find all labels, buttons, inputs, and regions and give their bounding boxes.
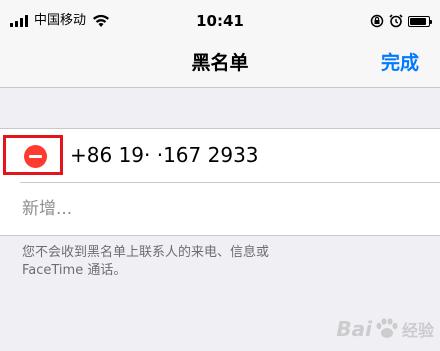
alarm-icon [389,14,403,28]
battery-icon [408,15,432,27]
footer-note: 您不会收到黑名单上联系人的来电、信息或 FaceTime 通话。 [22,244,422,280]
footer-note-line1: 您不会收到黑名单上联系人的来电、信息或 [22,245,270,260]
delete-icon[interactable] [24,145,47,168]
orientation-lock-icon [370,14,384,28]
add-new-label: 新增... [22,199,73,219]
navigation-bar: 黑名单 完成 [0,40,440,88]
done-button[interactable]: 完成 [381,52,419,74]
watermark-text-right: 经验 [401,321,434,340]
battery-fill [410,17,427,25]
watermark-text-left: Bai [336,317,372,341]
watermark: Bai 经验 [336,317,434,341]
footer-note-line2: FaceTime 通话。 [22,263,127,278]
status-right [370,14,432,28]
status-bar: 中国移动 10:41 [0,0,440,40]
blocked-number: +86 19· ·167 2933 [70,143,259,167]
page-title: 黑名单 [191,52,249,74]
add-new-row[interactable]: 新增... [0,183,440,235]
paw-icon [376,318,398,338]
